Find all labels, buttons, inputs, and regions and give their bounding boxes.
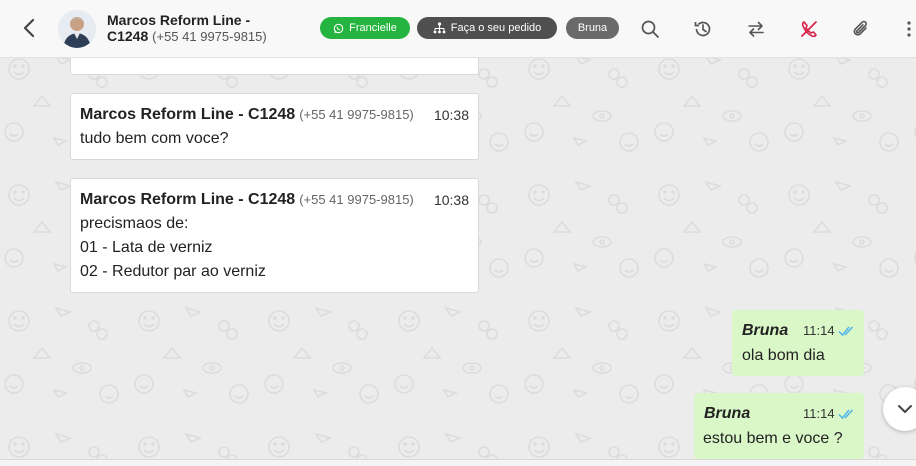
message-time: 10:38: [433, 192, 469, 208]
history-button[interactable]: [691, 17, 715, 41]
message-bubble-partial: [70, 58, 479, 75]
end-call-icon: [801, 21, 817, 38]
search-button[interactable]: [638, 17, 662, 41]
tag-francielle[interactable]: Francielle: [320, 17, 410, 39]
avatar-image: [58, 10, 96, 48]
more-vertical-icon: [907, 21, 911, 37]
message-text-line: precismaos de:: [80, 215, 189, 232]
back-icon: [23, 18, 35, 38]
transfer-button[interactable]: [744, 17, 768, 41]
message-sender-phone: (+55 41 9975-9815): [299, 192, 414, 207]
attach-button[interactable]: [849, 17, 873, 41]
contact-avatar[interactable]: [58, 10, 96, 48]
more-options-button[interactable]: [902, 17, 916, 41]
read-ticks-icon: [838, 326, 854, 337]
transfer-icon: [748, 21, 764, 37]
history-icon: [694, 21, 711, 37]
chat-header: Marcos Reform Line - C1248 (+55 41 9975-…: [0, 0, 916, 58]
message-time: 10:38: [433, 107, 469, 123]
message-text: tudo bem com voce?: [80, 130, 229, 147]
whatsapp-icon: [333, 23, 344, 33]
message-sender: Marcos Reform Line - C1248: [80, 106, 296, 123]
chevron-down-icon: [898, 405, 912, 413]
message-bubble-incoming[interactable]: Marcos Reform Line - C1248 (+55 41 9975-9…: [70, 93, 479, 160]
message-bubble-incoming[interactable]: Marcos Reform Line - C1248 (+55 41 9975-9…: [70, 178, 479, 293]
search-icon: [641, 20, 659, 38]
tag-label: Bruna: [577, 22, 608, 34]
contact-info[interactable]: Marcos Reform Line - C1248 (+55 41 9975-…: [107, 12, 312, 45]
message-bubble-outgoing[interactable]: Bruna 11:14 ola bom dia: [732, 310, 864, 376]
paperclip-icon: [853, 20, 867, 36]
back-button[interactable]: [18, 17, 40, 39]
end-call-button[interactable]: [797, 17, 821, 41]
message-text: estou bem e voce ?: [703, 430, 843, 447]
message-time: 11:14: [803, 406, 835, 421]
message-text-line: 01 - Lata de verniz: [80, 239, 213, 256]
message-sender-phone: (+55 41 9975-9815): [299, 107, 414, 122]
composer-edge: [0, 459, 916, 466]
message-bubble-outgoing[interactable]: Bruna 11:14 estou bem e voce ?: [694, 393, 864, 459]
message-time: 11:14: [803, 323, 835, 338]
sitemap-icon: [433, 22, 446, 34]
message-sender: Bruna: [704, 405, 751, 422]
contact-name: Marcos Reform Line -: [107, 12, 251, 28]
tag-label: Francielle: [349, 22, 397, 34]
tag-bruna[interactable]: Bruna: [566, 17, 619, 39]
message-sender: Bruna: [742, 322, 789, 339]
message-text-line: 02 - Redutor par ao verniz: [80, 263, 266, 280]
contact-phone: (+55 41 9975-9815): [152, 29, 267, 44]
chat-messages-area[interactable]: Marcos Reform Line - C1248 (+55 41 9975-9…: [0, 58, 916, 466]
message-sender: Marcos Reform Line - C1248: [80, 191, 296, 208]
tag-faca-pedido[interactable]: Faça o seu pedido: [417, 17, 557, 39]
read-ticks-icon: [838, 409, 854, 420]
message-text: ola bom dia: [742, 347, 825, 364]
contact-name-code: C1248: [107, 28, 149, 44]
tag-label: Faça o seu pedido: [450, 22, 542, 34]
